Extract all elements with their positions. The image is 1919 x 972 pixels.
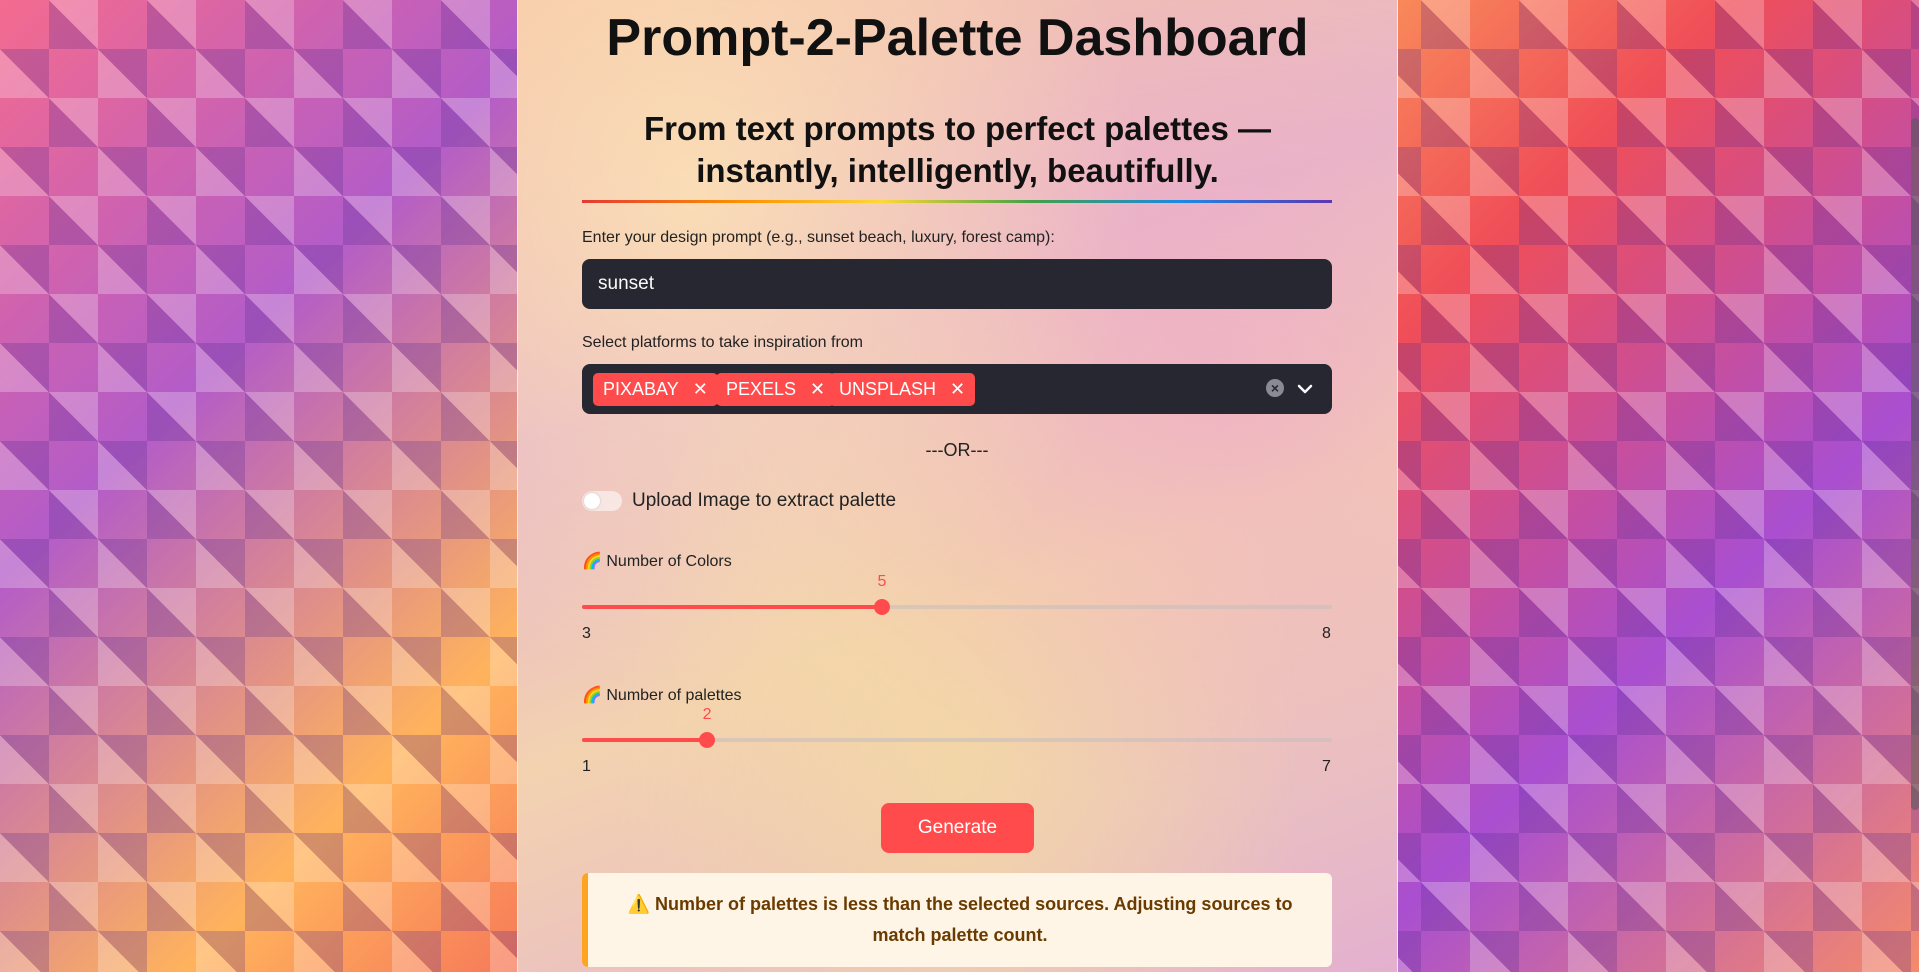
platform-tag-unsplash: UNSPLASH ✕ (829, 373, 976, 406)
page-subtitle: From text prompts to perfect palettes — … (643, 110, 1272, 189)
page-scrollbar[interactable] (1911, 118, 1919, 810)
warning-message: ⚠️ Number of palettes is less than the s… (612, 889, 1308, 951)
slider-value: 5 (877, 573, 887, 590)
palettes-slider-min: 1 (582, 758, 591, 775)
colors-slider-label: 🌈 Number of Colors (582, 553, 732, 570)
warning-text: Number of palettes is less than the sele… (654, 894, 1293, 945)
prompt-label: Enter your design prompt (e.g., sunset b… (582, 229, 1055, 246)
or-separator: ---OR--- (925, 440, 989, 460)
remove-tag-icon[interactable]: ✕ (810, 379, 825, 400)
upload-image-toggle[interactable] (582, 491, 622, 511)
remove-tag-icon[interactable]: ✕ (693, 379, 708, 400)
slider-thumb[interactable] (699, 732, 716, 748)
chevron-down-icon[interactable] (1293, 377, 1317, 401)
platform-tag-pixabay: PIXABAY ✕ (593, 373, 718, 406)
platforms-multiselect[interactable]: PIXABAY ✕ PEXELS ✕ UNSPLASH ✕ × (582, 364, 1332, 414)
main-panel: Prompt-2-Palette Dashboard From text pro… (517, 0, 1398, 972)
platform-tag-label: PEXELS (726, 379, 797, 399)
palettes-slider[interactable]: 2 (582, 706, 1332, 748)
prompt-input[interactable] (582, 259, 1332, 309)
colors-slider-max: 8 (1322, 625, 1331, 642)
rainbow-divider (582, 200, 1332, 203)
colors-slider-min: 3 (582, 625, 591, 642)
page-title: Prompt-2-Palette Dashboard (606, 9, 1309, 67)
remove-tag-icon[interactable]: ✕ (950, 379, 965, 400)
upload-image-toggle-label: Upload Image to extract palette (632, 490, 897, 511)
slider-thumb[interactable] (874, 599, 890, 615)
platform-tag-label: PIXABAY (603, 379, 679, 399)
platform-tag-pexels: PEXELS ✕ (716, 373, 836, 406)
warning-icon: ⚠️ (627, 894, 650, 914)
slider-fill (582, 605, 882, 609)
warning-alert: ⚠️ Number of palettes is less than the s… (582, 873, 1332, 967)
toggle-knob (584, 493, 600, 509)
slider-fill (582, 738, 708, 742)
clear-all-icon[interactable]: × (1266, 379, 1284, 397)
slider-value: 2 (702, 706, 712, 723)
generate-button[interactable]: Generate (881, 803, 1034, 853)
platform-tag-label: UNSPLASH (839, 379, 937, 399)
platforms-label: Select platforms to take inspiration fro… (582, 334, 864, 351)
colors-slider[interactable]: 5 (582, 573, 1332, 615)
palettes-slider-max: 7 (1322, 758, 1331, 775)
palettes-slider-label: 🌈 Number of palettes (582, 687, 742, 704)
